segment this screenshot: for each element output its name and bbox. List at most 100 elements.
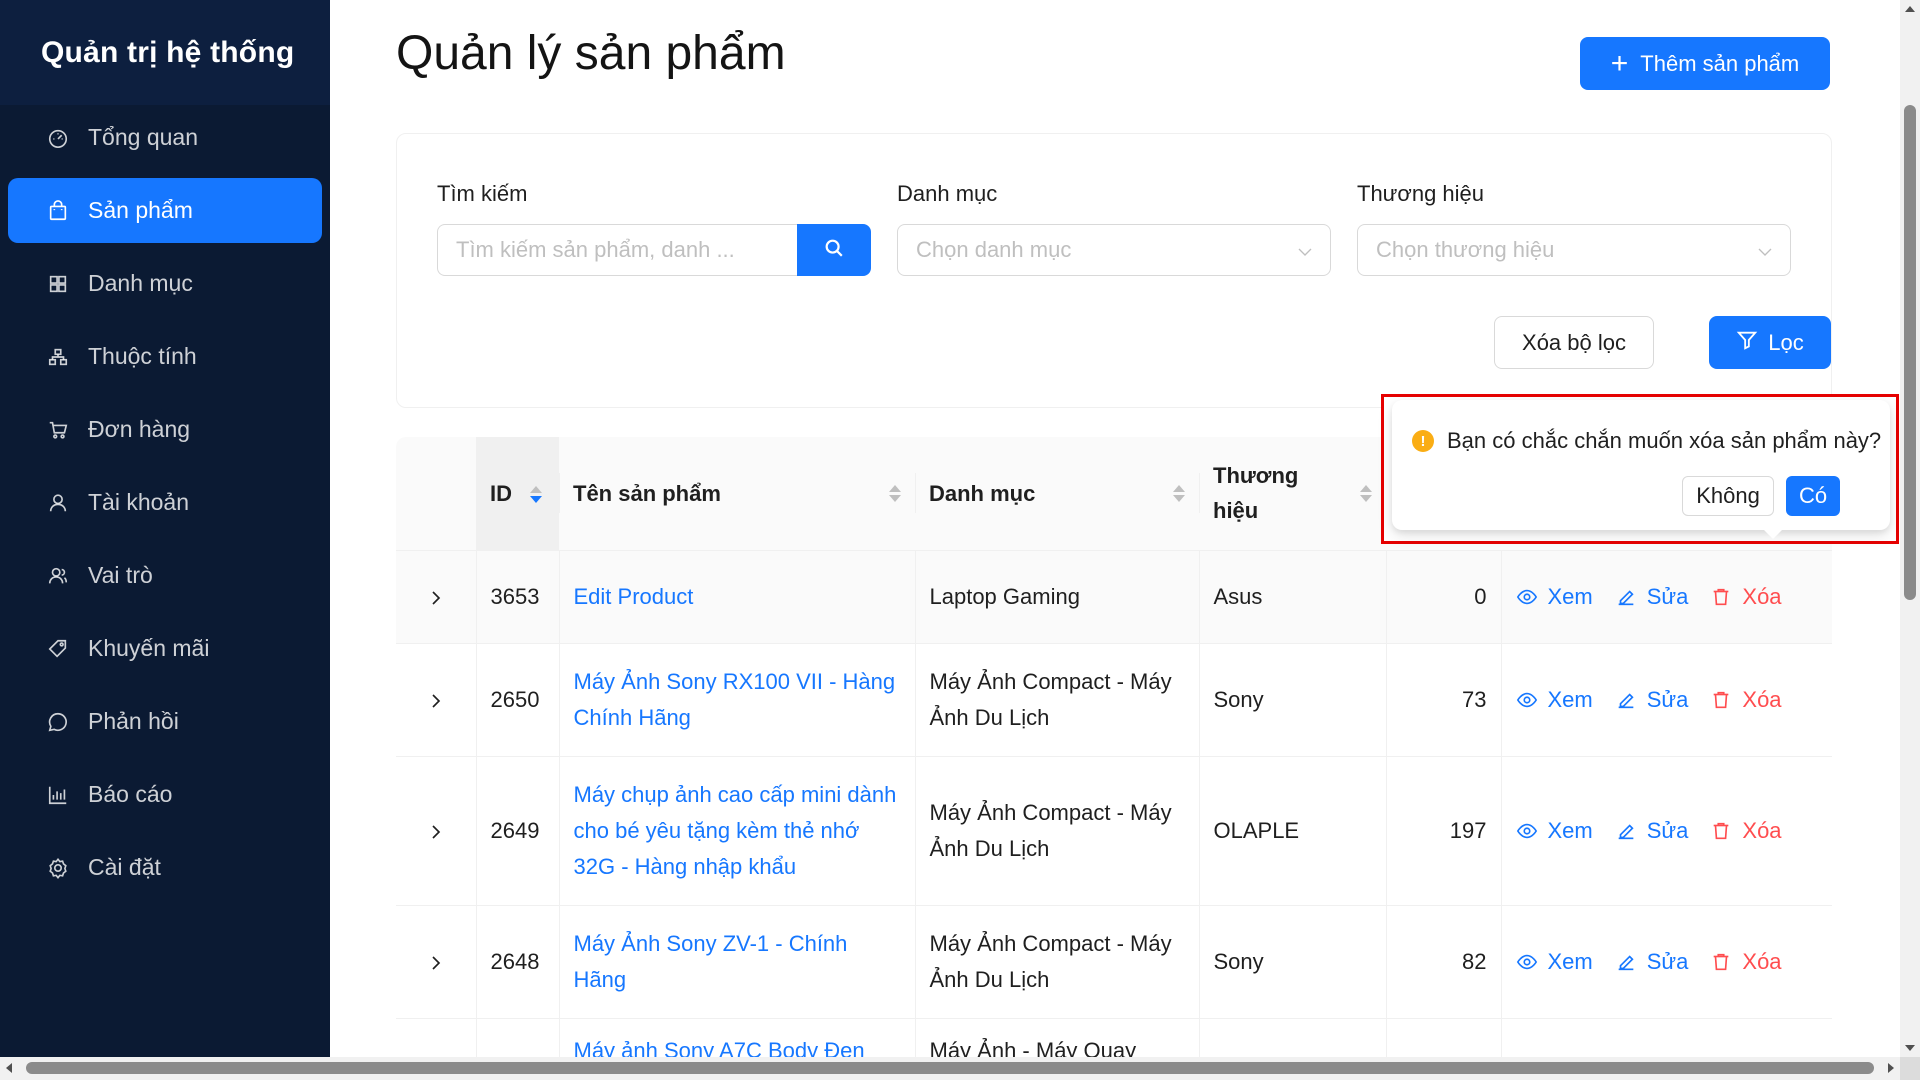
- cell-actions: [1501, 1018, 1832, 1057]
- expand-row-button[interactable]: [396, 905, 477, 1019]
- page-title: Quản lý sản phẩm: [396, 27, 786, 80]
- cell-category: Máy Ảnh Compact - Máy Ảnh Du Lịch: [915, 756, 1200, 906]
- view-button[interactable]: Xem: [1516, 682, 1593, 718]
- add-product-button[interactable]: + Thêm sản phẩm: [1580, 37, 1830, 90]
- delete-button[interactable]: Xóa: [1710, 682, 1782, 718]
- dashboard-icon: [46, 126, 70, 150]
- brand-placeholder: Chọn thương hiệu: [1376, 237, 1555, 262]
- delete-button[interactable]: Xóa: [1710, 813, 1782, 849]
- delete-label: Xóa: [1742, 686, 1782, 712]
- view-button[interactable]: Xem: [1516, 579, 1593, 615]
- product-link[interactable]: Máy Ảnh Sony RX100 VII - Hàng Chính Hãng: [574, 669, 896, 730]
- confirm-cancel-button[interactable]: Không: [1682, 476, 1774, 516]
- sidebar-item-accounts[interactable]: Tài khoản: [8, 470, 322, 535]
- delete-button[interactable]: Xóa: [1710, 579, 1782, 615]
- table-row: 2650 Máy Ảnh Sony RX100 VII - Hàng Chính…: [396, 643, 1832, 757]
- scrollbar-corner: [1900, 1057, 1920, 1080]
- scroll-left-icon[interactable]: [6, 1063, 12, 1073]
- edit-button[interactable]: Sửa: [1615, 579, 1689, 615]
- search-input[interactable]: Tìm kiếm sản phẩm, danh ...: [437, 224, 797, 276]
- search-button[interactable]: [797, 224, 871, 276]
- cell-actions: Xem Sửa Xóa: [1501, 643, 1832, 757]
- chevron-right-icon: [427, 584, 445, 609]
- scroll-down-icon[interactable]: [1905, 1045, 1915, 1051]
- cell-name: Edit Product: [559, 550, 916, 644]
- sidebar-item-promotions[interactable]: Khuyến mãi: [8, 616, 322, 681]
- sidebar-item-settings[interactable]: Cài đặt: [8, 835, 322, 900]
- horizontal-scrollbar[interactable]: [0, 1057, 1900, 1080]
- delete-label: Xóa: [1742, 583, 1782, 609]
- filter-button[interactable]: Lọc: [1709, 316, 1831, 369]
- trash-icon: [1714, 953, 1729, 970]
- sidebar-item-categories[interactable]: Danh mục: [8, 251, 322, 316]
- table-row: 3653 Edit Product Laptop Gaming Asus 0 X…: [396, 550, 1832, 644]
- clear-filters-button[interactable]: Xóa bộ lọc: [1494, 316, 1654, 369]
- sidebar-item-overview[interactable]: Tổng quan: [8, 105, 322, 170]
- sort-icon: [530, 486, 543, 504]
- confirm-ok-button[interactable]: Có: [1786, 476, 1840, 516]
- sort-icon: [1173, 484, 1185, 502]
- column-header-label: Tên sản phẩm: [573, 480, 721, 506]
- scrollbar-thumb[interactable]: [26, 1062, 1874, 1074]
- cell-brand: [1199, 1018, 1387, 1057]
- delete-label: Xóa: [1742, 948, 1782, 974]
- cell-stock: 73: [1386, 643, 1502, 757]
- column-header-id[interactable]: ID: [476, 437, 559, 551]
- sidebar-item-label: Tài khoản: [88, 489, 190, 515]
- eye-icon: [1516, 954, 1537, 969]
- warning-icon: !: [1412, 430, 1434, 452]
- edit-button[interactable]: Sửa: [1615, 682, 1689, 718]
- view-button[interactable]: Xem: [1516, 944, 1593, 980]
- brand-select[interactable]: Chọn thương hiệu: [1357, 224, 1791, 276]
- column-header-name[interactable]: Tên sản phẩm: [559, 437, 915, 551]
- expand-row-button[interactable]: [396, 756, 477, 906]
- view-label: Xem: [1547, 817, 1593, 843]
- cell-actions: Xem Sửa Xóa: [1501, 756, 1832, 906]
- edit-button[interactable]: Sửa: [1615, 813, 1688, 849]
- scrollbar-thumb[interactable]: [1904, 105, 1916, 600]
- edit-button[interactable]: Sửa: [1615, 944, 1688, 980]
- search-label: Tìm kiếm: [437, 181, 528, 206]
- column-header-category[interactable]: Danh mục: [915, 437, 1199, 551]
- edit-label: Sửa: [1646, 583, 1689, 609]
- edit-label: Sửa: [1646, 686, 1689, 712]
- sidebar-item-label: Sản phẩm: [88, 197, 193, 223]
- user-icon: [46, 491, 70, 515]
- product-link[interactable]: Edit Product: [574, 584, 694, 609]
- search-group: Tìm kiếm sản phẩm, danh ...: [437, 224, 871, 276]
- product-link[interactable]: Máy ảnh Sony A7C Body Đen: [574, 1038, 865, 1058]
- chevron-right-icon: [427, 949, 445, 974]
- column-header-label: ID: [490, 480, 512, 506]
- cell-stock: [1386, 1018, 1502, 1057]
- delete-button[interactable]: Xóa: [1710, 944, 1782, 980]
- cell-stock: 82: [1386, 905, 1502, 1019]
- eye-icon: [1516, 692, 1537, 707]
- column-header-brand[interactable]: Thương hiệu: [1199, 437, 1386, 551]
- expand-row-button[interactable]: [396, 1018, 477, 1057]
- sidebar-item-roles[interactable]: Vai trò: [8, 543, 322, 608]
- bar-chart-icon: [46, 783, 70, 807]
- category-label: Danh mục: [897, 181, 998, 206]
- chevron-right-icon: [427, 687, 445, 712]
- product-link[interactable]: Máy chụp ảnh cao cấp mini dành cho bé yê…: [574, 782, 897, 879]
- product-link[interactable]: Máy Ảnh Sony ZV-1 - Chính Hãng: [574, 931, 848, 992]
- expand-row-button[interactable]: [396, 643, 477, 757]
- cell-stock: 197: [1386, 756, 1502, 906]
- category-select[interactable]: Chọn danh mục: [897, 224, 1331, 276]
- sidebar-item-orders[interactable]: Đơn hàng: [8, 397, 322, 462]
- view-label: Xem: [1547, 948, 1593, 974]
- sidebar-item-attributes[interactable]: Thuộc tính: [8, 324, 322, 389]
- chevron-down-icon: [1756, 241, 1774, 259]
- sidebar-item-products[interactable]: Sản phẩm: [8, 178, 322, 243]
- view-button[interactable]: Xem: [1516, 813, 1593, 849]
- expand-row-button[interactable]: [396, 550, 477, 644]
- table-row: 2649 Máy chụp ảnh cao cấp mini dành cho …: [396, 756, 1832, 906]
- vertical-scrollbar[interactable]: [1900, 0, 1920, 1057]
- popover-body: ! Bạn có chắc chắn muốn xóa sản phẩm này…: [1392, 400, 1890, 539]
- view-label: Xem: [1547, 686, 1593, 712]
- sidebar-item-reports[interactable]: Báo cáo: [8, 762, 322, 827]
- scroll-right-icon[interactable]: [1888, 1063, 1894, 1073]
- sidebar-item-feedback[interactable]: Phản hồi: [8, 689, 322, 754]
- cell-id: 3653: [476, 550, 560, 644]
- scroll-up-icon[interactable]: [1905, 6, 1915, 12]
